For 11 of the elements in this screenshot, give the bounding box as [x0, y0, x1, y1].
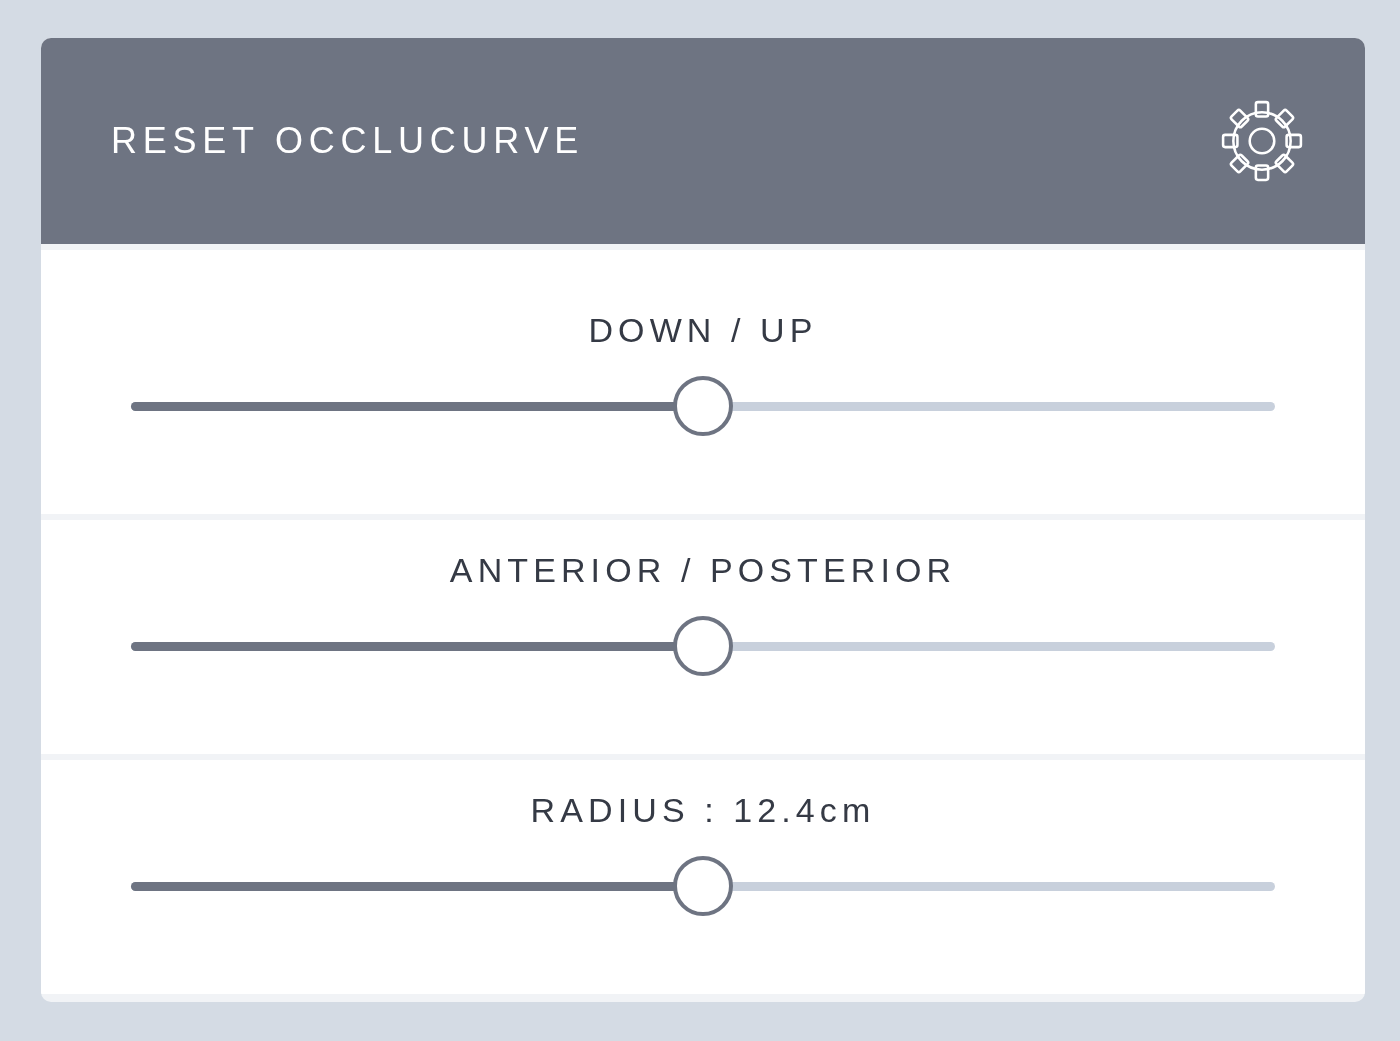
slider-label: ANTERIOR / POSTERIOR: [449, 550, 957, 591]
slider-track[interactable]: [131, 881, 1275, 891]
settings-icon[interactable]: [1219, 98, 1305, 184]
slider-thumb[interactable]: [673, 376, 733, 436]
slider-thumb[interactable]: [673, 856, 733, 916]
panel-title: RESET OCCLUCURVE: [111, 119, 584, 163]
slider-label: RADIUS : 12.4cm: [530, 790, 876, 831]
slider-thumb[interactable]: [673, 616, 733, 676]
slider-track[interactable]: [131, 401, 1275, 411]
slider-label: DOWN / UP: [588, 310, 818, 351]
slider-track[interactable]: [131, 641, 1275, 651]
